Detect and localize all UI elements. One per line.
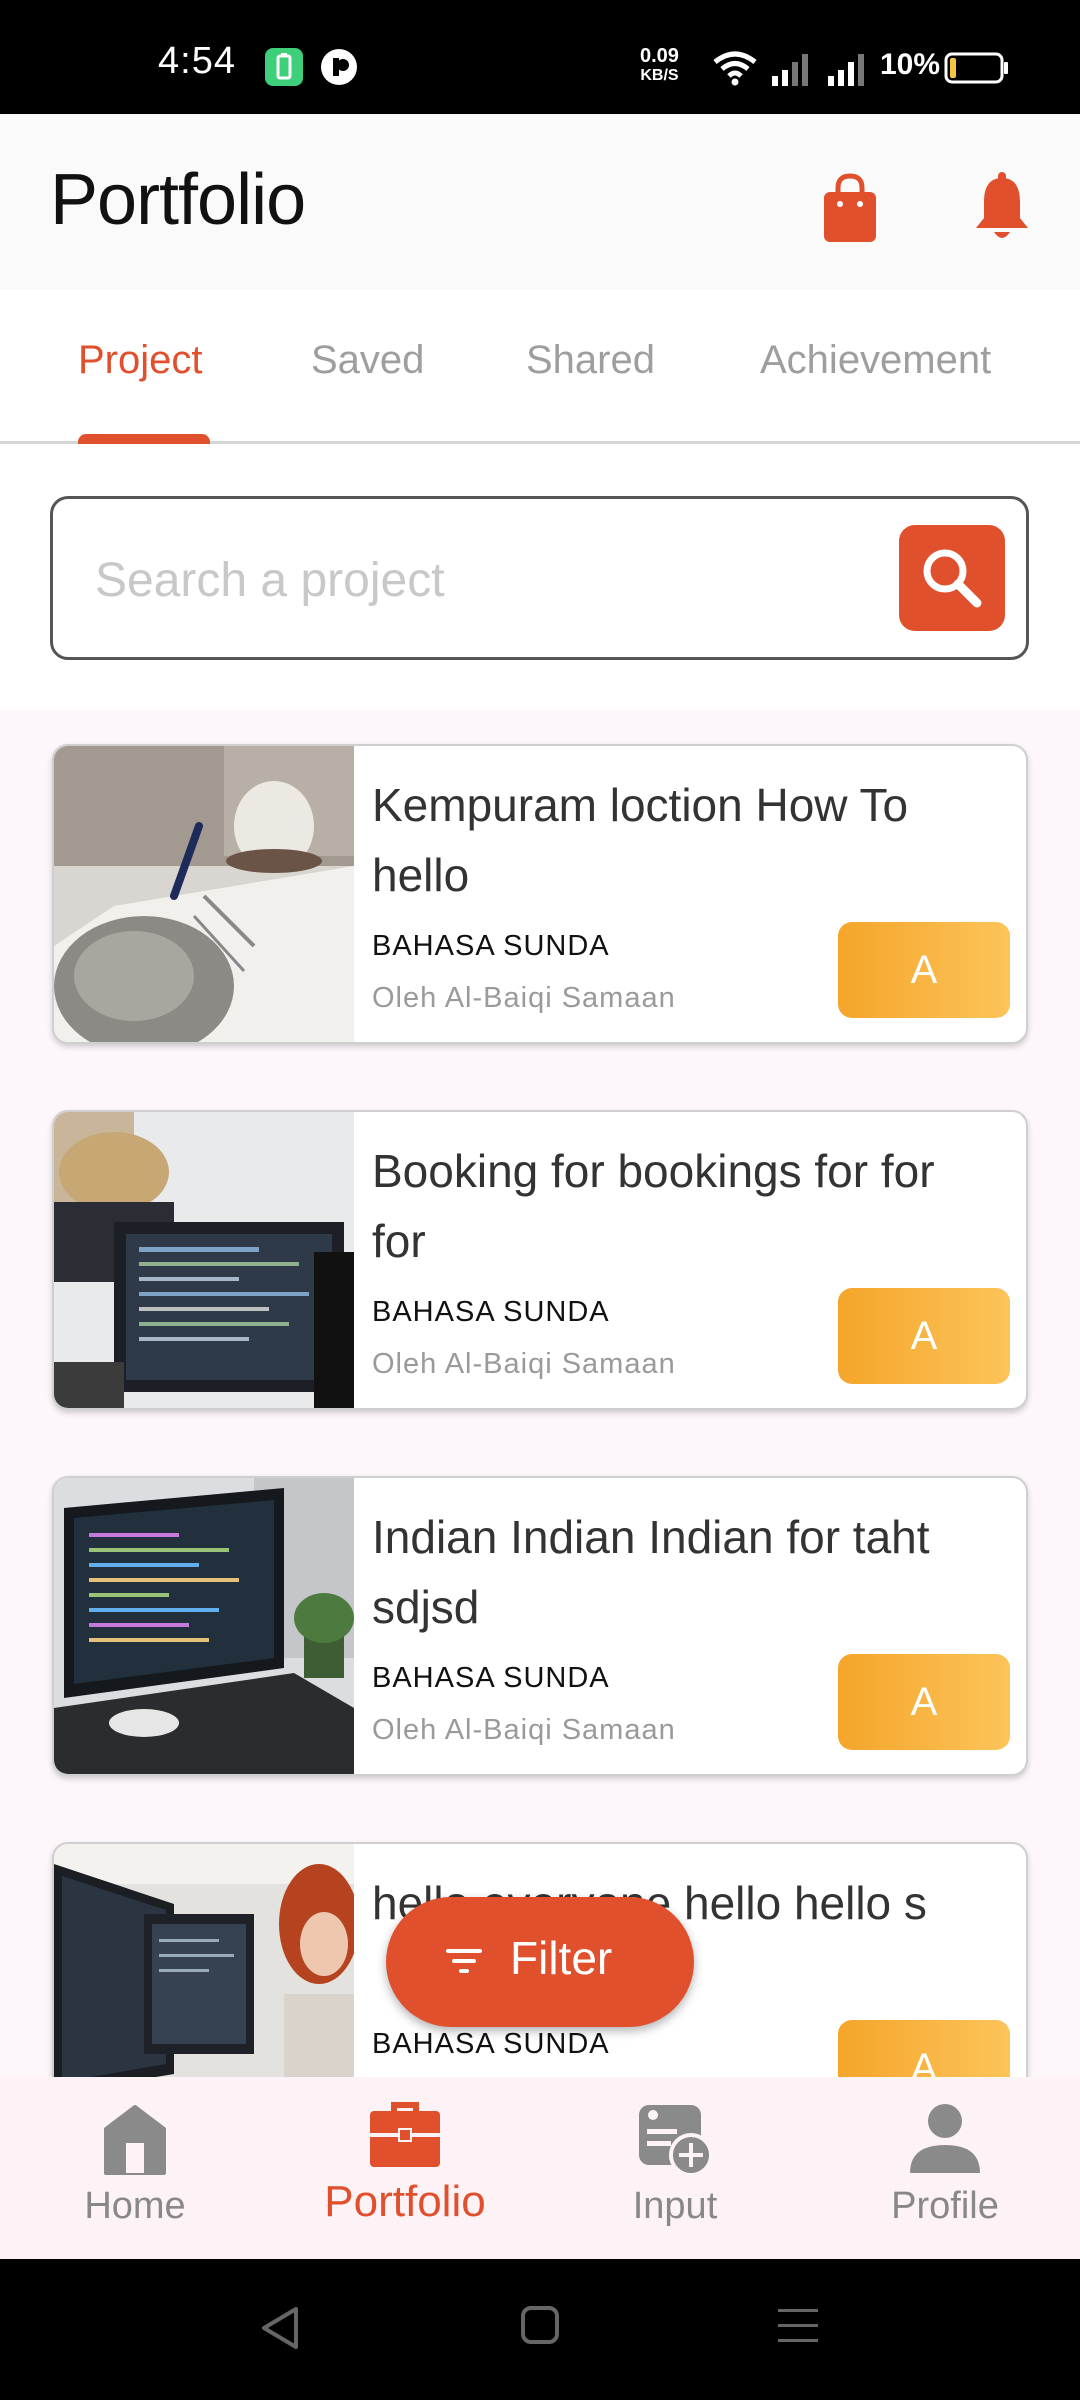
nav-input[interactable]: Input bbox=[540, 2077, 810, 2259]
search-section bbox=[0, 444, 1080, 710]
battery-percent: 10% bbox=[880, 48, 941, 81]
grade-badge[interactable]: A bbox=[838, 1654, 1010, 1750]
project-subject: BAHASA SUNDA bbox=[372, 1296, 610, 1328]
wifi-icon bbox=[712, 50, 758, 91]
system-navigation-bar bbox=[0, 2259, 1080, 2400]
project-card[interactable]: Kempuram loction How To hello BAHASA SUN… bbox=[52, 744, 1028, 1044]
nav-profile-label: Profile bbox=[891, 2185, 999, 2227]
nav-input-label: Input bbox=[632, 2185, 718, 2227]
search-box bbox=[50, 496, 1029, 660]
battery-icon bbox=[944, 52, 1010, 89]
signal-sim1-icon bbox=[770, 52, 814, 91]
shopping-bag-icon bbox=[824, 173, 876, 242]
project-thumbnail-writing bbox=[54, 746, 354, 1042]
nav-home-label: Home bbox=[84, 2185, 186, 2227]
nav-portfolio[interactable]: Portfolio bbox=[270, 2077, 540, 2259]
project-thumbnail-laptop bbox=[54, 1478, 354, 1774]
filter-button[interactable]: Filter bbox=[386, 1897, 694, 2027]
grade-badge[interactable]: A bbox=[838, 922, 1010, 1018]
person-icon bbox=[910, 2104, 980, 2173]
project-author: Oleh Al-Baiqi Samaan bbox=[372, 982, 676, 1014]
network-speed-unit: KB/S bbox=[640, 67, 679, 84]
tab-project[interactable]: Project bbox=[78, 338, 203, 383]
project-title: Kempuram loction How To hello bbox=[372, 779, 909, 901]
home-icon bbox=[104, 2105, 166, 2175]
bottom-navigation: Home Portfolio Input Profile bbox=[0, 2077, 1080, 2259]
tab-shared[interactable]: Shared bbox=[526, 338, 655, 383]
square-home-icon bbox=[521, 2306, 559, 2344]
project-thumbnail-coding-desk bbox=[54, 1112, 354, 1408]
nav-home[interactable]: Home bbox=[0, 2077, 270, 2259]
project-title: Booking for bookings for for for bbox=[372, 1145, 935, 1267]
signal-sim2-icon bbox=[826, 52, 870, 91]
project-subject: BAHASA SUNDA bbox=[372, 1662, 610, 1694]
grade-badge[interactable]: A bbox=[838, 1288, 1010, 1384]
briefcase-icon bbox=[370, 2102, 440, 2167]
app-notification-icon bbox=[320, 48, 358, 91]
add-document-icon bbox=[639, 2105, 713, 2175]
app-header: Portfolio bbox=[0, 114, 1080, 290]
notifications-button[interactable] bbox=[972, 172, 1036, 244]
back-triangle-icon bbox=[262, 2307, 298, 2349]
page-title: Portfolio bbox=[50, 160, 306, 240]
tab-achievement[interactable]: Achievement bbox=[760, 338, 991, 383]
search-button[interactable] bbox=[899, 525, 1005, 631]
nav-profile[interactable]: Profile bbox=[810, 2077, 1080, 2259]
shopping-bag-button[interactable] bbox=[818, 172, 882, 244]
project-title: Indian Indian Indian for taht sdjsd bbox=[372, 1511, 930, 1633]
battery-saver-icon bbox=[265, 48, 303, 91]
grade-badge[interactable]: A bbox=[838, 2020, 1010, 2077]
network-speed-value: 0.09 bbox=[640, 45, 679, 67]
status-bar: 4:54 0.09 KB/S 10% bbox=[0, 0, 1080, 114]
recents-button[interactable] bbox=[776, 2305, 820, 2352]
filter-label: Filter bbox=[510, 1932, 613, 1984]
search-input[interactable] bbox=[93, 539, 917, 621]
tab-bar: Project Saved Shared Achievement bbox=[0, 290, 1080, 444]
search-icon bbox=[923, 549, 982, 608]
project-thumbnail-office bbox=[54, 1844, 359, 2077]
back-button[interactable] bbox=[258, 2305, 302, 2356]
project-author: Oleh Al-Baiqi Samaan bbox=[372, 1348, 676, 1380]
project-subject: BAHASA SUNDA bbox=[372, 2028, 610, 2060]
project-card[interactable]: Indian Indian Indian for taht sdjsd BAHA… bbox=[52, 1476, 1028, 1776]
bell-icon bbox=[976, 172, 1028, 238]
network-speed: 0.09 KB/S bbox=[640, 46, 679, 86]
nav-portfolio-label: Portfolio bbox=[324, 2177, 486, 2226]
project-card[interactable]: Booking for bookings for for for BAHASA … bbox=[52, 1110, 1028, 1410]
project-author: Oleh Al-Baiqi Samaan bbox=[372, 1714, 676, 1746]
project-subject: BAHASA SUNDA bbox=[372, 930, 610, 962]
active-tab-indicator bbox=[78, 434, 210, 444]
tab-saved[interactable]: Saved bbox=[311, 338, 424, 383]
filter-icon bbox=[446, 1949, 482, 1973]
menu-lines-icon bbox=[778, 2309, 818, 2342]
home-system-button[interactable] bbox=[520, 2305, 560, 2350]
status-time: 4:54 bbox=[158, 40, 236, 82]
